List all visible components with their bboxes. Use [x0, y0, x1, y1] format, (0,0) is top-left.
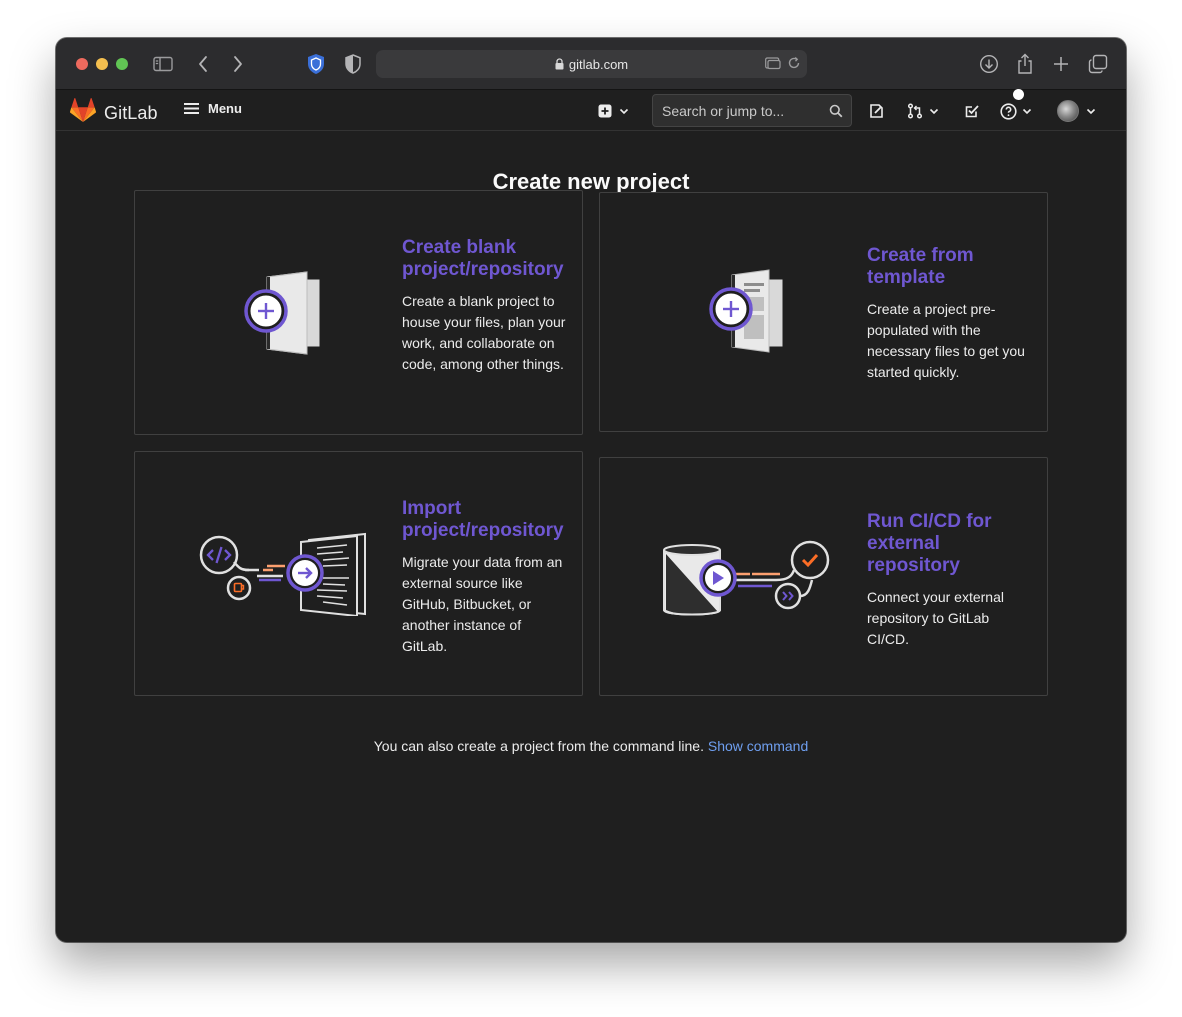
import-project-card[interactable]: Import project/repository Migrate your d… [134, 451, 583, 696]
main-content: Create new project Create blank project/… [56, 132, 1126, 942]
card-description: Create a project pre-populated with the … [867, 301, 1025, 380]
template-project-text: Create from template Create a project pr… [867, 245, 1033, 383]
plus-square-icon [598, 104, 612, 118]
share-icon[interactable] [1013, 52, 1037, 76]
card-title: Create blank project/repository [402, 237, 564, 280]
privacy-shield-icon[interactable] [341, 52, 365, 76]
command-line-note: You can also create a project from the c… [56, 738, 1126, 754]
hamburger-icon [184, 103, 199, 114]
sidebar-toggle-icon[interactable] [151, 52, 175, 76]
merge-requests-dropdown[interactable] [907, 99, 939, 123]
import-project-icon [197, 532, 369, 621]
shield-extension-icon[interactable] [304, 52, 328, 76]
blank-project-icon [241, 271, 325, 360]
chevron-down-icon [1086, 108, 1096, 114]
gitlab-navbar: GitLab Menu Search or jump to... [56, 89, 1126, 131]
lock-icon [555, 58, 564, 70]
minimize-window-button[interactable] [96, 58, 108, 70]
search-input[interactable]: Search or jump to... [652, 94, 852, 127]
search-placeholder: Search or jump to... [662, 102, 785, 119]
card-title: Run CI/CD for external repository [867, 511, 992, 576]
avatar [1057, 100, 1079, 122]
help-dropdown[interactable] [1000, 99, 1032, 123]
cicd-project-text: Run CI/CD for external repository Connec… [867, 511, 1033, 650]
command-line-text: You can also create a project from the c… [373, 738, 704, 754]
question-circle-icon [1000, 102, 1017, 120]
chevron-down-icon [929, 108, 939, 114]
card-title: Create from template [867, 245, 974, 288]
search-icon [829, 104, 843, 121]
gitlab-brand-text: GitLab [104, 102, 158, 123]
zoom-window-button[interactable] [116, 58, 128, 70]
show-command-link[interactable]: Show command [708, 738, 808, 754]
create-blank-project-card[interactable]: Create blank project/repository Create a… [134, 190, 583, 435]
downloads-icon[interactable] [977, 52, 1001, 76]
forward-icon[interactable] [226, 52, 250, 76]
chevron-down-icon [619, 108, 629, 114]
card-description: Create a blank project to house your fil… [402, 293, 566, 372]
url-text: gitlab.com [568, 56, 629, 72]
back-icon[interactable] [191, 52, 215, 76]
run-cicd-external-card[interactable]: Run CI/CD for external repository Connec… [599, 457, 1048, 696]
reload-icon[interactable] [787, 56, 801, 73]
cicd-project-icon [662, 540, 834, 629]
todos-icon[interactable] [964, 99, 980, 123]
blank-project-text: Create blank project/repository Create a… [402, 237, 568, 375]
import-project-text: Import project/repository Migrate your d… [402, 498, 568, 657]
browser-toolbar: gitlab.com [56, 38, 1126, 90]
tab-overview-icon[interactable] [1086, 52, 1110, 76]
new-tab-icon[interactable] [1049, 52, 1073, 76]
browser-window: gitlab.com GitLab Menu Search or jump to… [56, 38, 1126, 942]
card-description: Connect your external repository to GitL… [867, 589, 1004, 647]
card-description: Migrate your data from an external sourc… [402, 554, 563, 654]
gitlab-tanuki-icon [69, 98, 97, 128]
menu-button[interactable]: Menu [184, 101, 242, 116]
notification-dot [1013, 89, 1024, 100]
template-project-icon [706, 269, 790, 358]
gitlab-home-link[interactable]: GitLab [69, 98, 158, 128]
reader-view-icon[interactable] [765, 56, 781, 73]
merge-request-icon [907, 103, 923, 119]
address-bar[interactable]: gitlab.com [376, 50, 807, 78]
menu-label: Menu [208, 101, 242, 116]
issues-icon[interactable] [869, 99, 885, 123]
card-title: Import project/repository [402, 498, 564, 541]
create-from-template-card[interactable]: Create from template Create a project pr… [599, 192, 1048, 432]
close-window-button[interactable] [76, 58, 88, 70]
new-item-dropdown[interactable] [598, 99, 629, 123]
chevron-down-icon [1022, 108, 1032, 114]
user-menu-dropdown[interactable] [1057, 99, 1096, 123]
